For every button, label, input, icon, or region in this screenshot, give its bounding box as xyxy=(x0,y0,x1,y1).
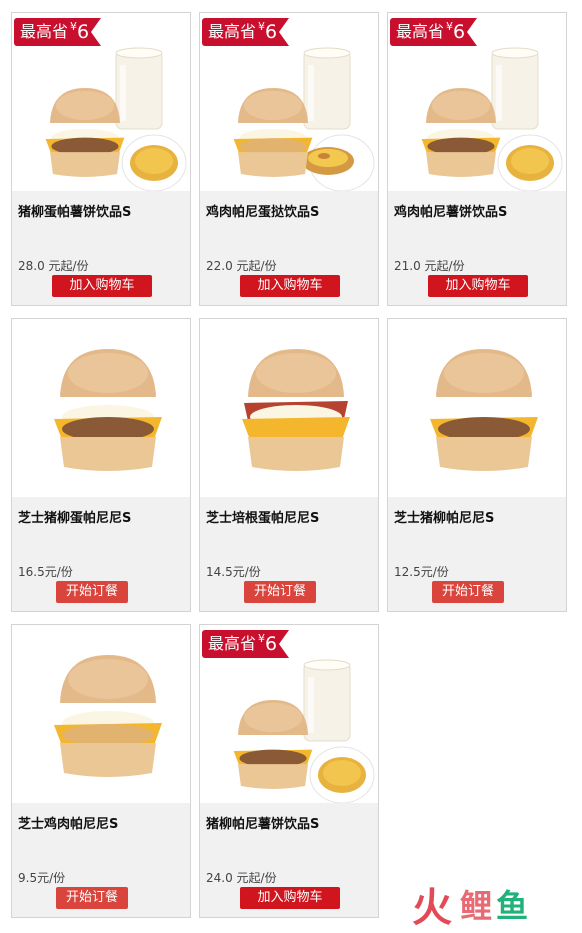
watermark-char-3: 鱼 xyxy=(496,887,529,925)
product-price: 16.5元/份 xyxy=(18,565,73,579)
product-card[interactable]: 最高省 ¥6 鸡肉帕尼蛋挞饮品S 22.0 元起/份加入购物车 xyxy=(199,12,379,306)
product-price: 24.0 元起/份 xyxy=(206,871,277,885)
add-to-cart-button[interactable]: 加入购物车 xyxy=(240,275,340,297)
product-price: 21.0 元起/份 xyxy=(394,259,465,273)
product-name[interactable]: 芝士鸡肉帕尼尼S xyxy=(18,813,118,832)
add-to-cart-button[interactable]: 加入购物车 xyxy=(428,275,528,297)
product-image-area[interactable] xyxy=(12,319,190,497)
product-image-area[interactable] xyxy=(12,625,190,803)
watermark-char-2: 鲤 xyxy=(460,887,493,925)
product-price: 14.5元/份 xyxy=(206,565,261,579)
product-card[interactable]: 最高省 ¥6 鸡肉帕尼薯饼饮品S 21.0 元起/份加入购物车 xyxy=(387,12,567,306)
badge-amount: 6 xyxy=(453,21,466,43)
product-name[interactable]: 芝士猪柳蛋帕尼尼S xyxy=(18,507,131,526)
product-info: 芝士猪柳帕尼尼S 12.5元/份开始订餐 xyxy=(388,497,566,611)
product-image xyxy=(54,655,162,777)
product-name[interactable]: 芝士猪柳帕尼尼S xyxy=(394,507,494,526)
product-price: 22.0 元起/份 xyxy=(206,259,277,273)
badge-amount: 6 xyxy=(77,21,90,43)
add-to-cart-button[interactable]: 加入购物车 xyxy=(240,887,340,909)
add-to-cart-button[interactable]: 加入购物车 xyxy=(52,275,152,297)
product-name[interactable]: 鸡肉帕尼蛋挞饮品S xyxy=(206,201,319,220)
badge-text: 最高省 xyxy=(208,634,257,653)
badge-amount: 6 xyxy=(265,21,278,43)
product-info: 鸡肉帕尼薯饼饮品S 21.0 元起/份加入购物车 xyxy=(388,191,566,305)
product-image xyxy=(54,349,162,471)
product-info: 芝士鸡肉帕尼尼S 9.5元/份开始订餐 xyxy=(12,803,190,917)
product-price: 28.0 元起/份 xyxy=(18,259,89,273)
badge-text: 最高省 xyxy=(20,22,69,41)
product-image xyxy=(242,349,350,471)
product-price: 9.5元/份 xyxy=(18,871,66,885)
product-info: 猪柳帕尼薯饼饮品S 24.0 元起/份加入购物车 xyxy=(200,803,378,917)
start-order-button[interactable]: 开始订餐 xyxy=(244,581,316,603)
product-card[interactable]: 芝士猪柳帕尼尼S 12.5元/份开始订餐 xyxy=(387,318,567,612)
watermark-logo: 火 鲤鱼 xyxy=(412,884,562,931)
product-card[interactable]: 最高省 ¥6 猪柳蛋帕薯饼饮品S 28.0 元起/份加入购物车 xyxy=(11,12,191,306)
product-image xyxy=(430,349,538,471)
product-card[interactable]: 芝士猪柳蛋帕尼尼S 16.5元/份开始订餐 xyxy=(11,318,191,612)
product-info: 鸡肉帕尼蛋挞饮品S 22.0 元起/份加入购物车 xyxy=(200,191,378,305)
product-card[interactable]: 芝士培根蛋帕尼尼S 14.5元/份开始订餐 xyxy=(199,318,379,612)
product-info: 芝士猪柳蛋帕尼尼S 16.5元/份开始订餐 xyxy=(12,497,190,611)
product-name[interactable]: 芝士培根蛋帕尼尼S xyxy=(206,507,319,526)
badge-amount: 6 xyxy=(265,633,278,655)
badge-currency: ¥ xyxy=(258,632,266,645)
start-order-button[interactable]: 开始订餐 xyxy=(56,581,128,603)
product-name[interactable]: 猪柳蛋帕薯饼饮品S xyxy=(18,201,131,220)
product-card[interactable]: 最高省 ¥6 猪柳帕尼薯饼饮品S 24.0 元起/份加入购物车 xyxy=(199,624,379,918)
savings-badge: 最高省 ¥6 xyxy=(202,17,290,47)
badge-text: 最高省 xyxy=(208,22,257,41)
product-name[interactable]: 鸡肉帕尼薯饼饮品S xyxy=(394,201,507,220)
product-price: 12.5元/份 xyxy=(394,565,449,579)
product-card[interactable]: 芝士鸡肉帕尼尼S 9.5元/份开始订餐 xyxy=(11,624,191,918)
savings-badge: 最高省 ¥6 xyxy=(14,17,102,47)
product-image-area[interactable] xyxy=(388,319,566,497)
product-image-area[interactable] xyxy=(200,319,378,497)
product-info: 芝士培根蛋帕尼尼S 14.5元/份开始订餐 xyxy=(200,497,378,611)
start-order-button[interactable]: 开始订餐 xyxy=(56,887,128,909)
badge-currency: ¥ xyxy=(446,20,454,33)
badge-currency: ¥ xyxy=(70,20,78,33)
badge-currency: ¥ xyxy=(258,20,266,33)
product-name[interactable]: 猪柳帕尼薯饼饮品S xyxy=(206,813,319,832)
watermark-char-1: 火 xyxy=(412,885,452,931)
start-order-button[interactable]: 开始订餐 xyxy=(432,581,504,603)
badge-text: 最高省 xyxy=(396,22,445,41)
product-info: 猪柳蛋帕薯饼饮品S 28.0 元起/份加入购物车 xyxy=(12,191,190,305)
savings-badge: 最高省 ¥6 xyxy=(390,17,478,47)
savings-badge: 最高省 ¥6 xyxy=(202,629,290,659)
